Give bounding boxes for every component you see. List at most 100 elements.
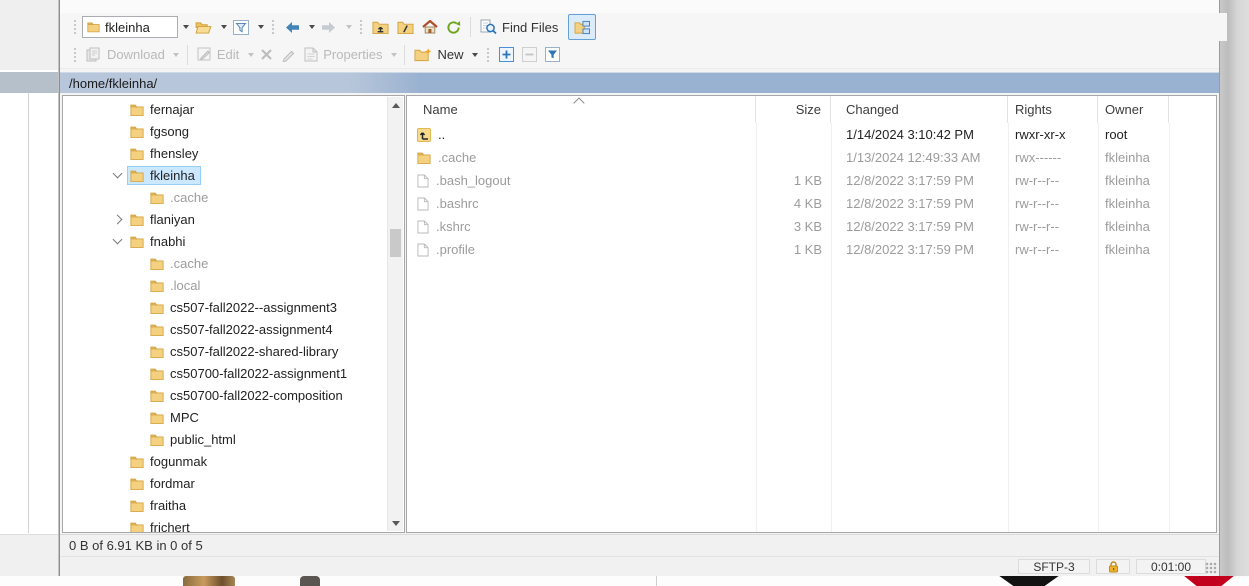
column-header-rights[interactable]: Rights — [1008, 96, 1098, 123]
scrollbar-down-arrow[interactable] — [388, 515, 403, 531]
tree-item-box: .cache — [147, 254, 214, 273]
folder-icon — [87, 21, 100, 33]
find-files-label: Find Files — [502, 20, 558, 35]
background-bottom-strip — [0, 576, 1249, 586]
protocol-status-segment[interactable]: SFTP-3 — [1018, 559, 1090, 574]
tree-item[interactable]: fogunmak — [63, 450, 388, 472]
tree-item[interactable]: fernajar — [63, 98, 388, 120]
download-button[interactable]: Download — [82, 43, 169, 67]
open-directory-button[interactable] — [191, 15, 216, 39]
find-files-button[interactable]: Find Files — [476, 15, 562, 39]
new-button[interactable]: New — [410, 43, 467, 67]
scrollbar-up-arrow[interactable] — [388, 97, 403, 113]
column-header-changed[interactable]: Changed — [831, 96, 1008, 123]
toolbar-drag-grip[interactable] — [270, 18, 276, 36]
tree-expander-icon[interactable] — [109, 173, 125, 177]
edit-dropdown[interactable] — [243, 43, 256, 67]
session-duration-segment[interactable]: 0:01:00 — [1136, 559, 1206, 574]
toolbar-drag-grip[interactable] — [72, 46, 78, 64]
file-row[interactable]: .bash_logout1 KB12/8/2022 3:17:59 PMrw-r… — [407, 169, 1216, 192]
tree-expander-icon[interactable] — [109, 216, 125, 223]
add-to-selection-button[interactable] — [495, 43, 518, 67]
forward-history-dropdown[interactable] — [341, 15, 354, 39]
window-resize-grip[interactable] — [1205, 562, 1217, 574]
toolbar-drag-grip[interactable] — [358, 18, 364, 36]
file-name: .. — [438, 127, 445, 142]
file-row[interactable]: .bashrc4 KB12/8/2022 3:17:59 PMrw-r--r--… — [407, 192, 1216, 215]
tree-item[interactable]: cs507-fall2022--assignment3 — [63, 296, 388, 318]
tree-item-box: cs507-fall2022--assignment3 — [147, 298, 343, 317]
delete-button[interactable] — [256, 43, 277, 67]
background-left-window — [0, 0, 59, 576]
tree-item[interactable]: cs50700-fall2022-assignment1 — [63, 362, 388, 384]
tree-item[interactable]: fgsong — [63, 120, 388, 142]
background-left-statusbar-area — [0, 534, 59, 577]
file-row[interactable]: .cache1/13/2024 12:49:33 AMrwx------fkle… — [407, 146, 1216, 169]
scrollbar-thumb[interactable] — [390, 229, 401, 257]
toolbar-drag-grip[interactable] — [485, 46, 491, 64]
column-header-size[interactable]: Size — [756, 96, 831, 123]
file-icon — [417, 197, 429, 211]
chevron-down-icon — [112, 235, 122, 245]
toolbar-drag-grip[interactable] — [72, 18, 78, 36]
encryption-status-segment[interactable] — [1096, 559, 1130, 574]
file-rights: rw-r--r-- — [1008, 196, 1098, 211]
tree-item[interactable]: .cache — [63, 252, 388, 274]
file-row[interactable]: ..1/14/2024 3:10:42 PMrwxr-xr-xroot — [407, 123, 1216, 146]
synchronize-panels-toggle[interactable] — [568, 14, 596, 40]
tree-item[interactable]: cs50700-fall2022-composition — [63, 384, 388, 406]
folder-icon — [150, 279, 164, 292]
tree-item[interactable]: .cache — [63, 186, 388, 208]
tree-item[interactable]: fordmar — [63, 472, 388, 494]
tree-item[interactable]: fnabhi — [63, 230, 388, 252]
funnel-icon — [233, 20, 249, 35]
tree-item-box: flaniyan — [127, 210, 201, 229]
tree-item[interactable]: MPC — [63, 406, 388, 428]
file-list-panel: Name Size Changed Rights Owner ..1/14/20… — [406, 95, 1217, 533]
filter-dropdown[interactable] — [253, 15, 266, 39]
selection-filter-button[interactable] — [541, 43, 564, 67]
tree-item[interactable]: fhensley — [63, 142, 388, 164]
file-row[interactable]: .profile1 KB12/8/2022 3:17:59 PMrw-r--r-… — [407, 238, 1216, 261]
new-dropdown[interactable] — [468, 43, 481, 67]
session-dropdown-button[interactable] — [178, 15, 191, 39]
filter-button[interactable] — [229, 15, 253, 39]
file-name: .bashrc — [436, 196, 479, 211]
file-icon — [417, 243, 429, 257]
tree-item[interactable]: public_html — [63, 428, 388, 450]
forward-button[interactable] — [317, 15, 341, 39]
tree-item-box: fraitha — [127, 496, 192, 515]
tree-item[interactable]: fraitha — [63, 494, 388, 516]
column-gridline — [1169, 123, 1170, 532]
main-status-bar: SFTP-3 0:01:00 — [60, 556, 1219, 576]
open-directory-dropdown[interactable] — [216, 15, 229, 39]
properties-dropdown[interactable] — [386, 43, 399, 67]
parent-directory-button[interactable] — [368, 15, 393, 39]
tree-item[interactable]: .local — [63, 274, 388, 296]
remove-from-selection-button[interactable] — [518, 43, 541, 67]
download-dropdown[interactable] — [169, 43, 182, 67]
file-row[interactable]: .kshrc3 KB12/8/2022 3:17:59 PMrw-r--r--f… — [407, 215, 1216, 238]
tree-item-label: fnabhi — [150, 234, 185, 249]
tree-item-label: fernajar — [150, 102, 194, 117]
properties-button[interactable]: Properties — [300, 43, 386, 67]
column-header-owner[interactable]: Owner — [1098, 96, 1169, 123]
back-history-dropdown[interactable] — [304, 15, 317, 39]
home-directory-button[interactable] — [418, 15, 442, 39]
remote-path-bar[interactable]: /home/fkleinha/ — [60, 72, 1219, 93]
back-button[interactable] — [280, 15, 304, 39]
column-gridline — [1008, 123, 1009, 532]
tree-item[interactable]: flaniyan — [63, 208, 388, 230]
edit-button[interactable]: Edit — [193, 43, 243, 67]
rename-button[interactable] — [277, 43, 300, 67]
tree-scrollbar[interactable] — [387, 97, 403, 531]
root-directory-button[interactable] — [393, 15, 418, 39]
session-selector-combo[interactable]: fkleinha — [82, 16, 178, 38]
folder-icon — [150, 345, 164, 358]
tree-expander-icon[interactable] — [109, 239, 125, 243]
tree-item[interactable]: frichert — [63, 516, 388, 532]
tree-item[interactable]: fkleinha — [63, 164, 388, 186]
tree-item[interactable]: cs507-fall2022-assignment4 — [63, 318, 388, 340]
refresh-button[interactable] — [442, 15, 465, 39]
tree-item[interactable]: cs507-fall2022-shared-library — [63, 340, 388, 362]
